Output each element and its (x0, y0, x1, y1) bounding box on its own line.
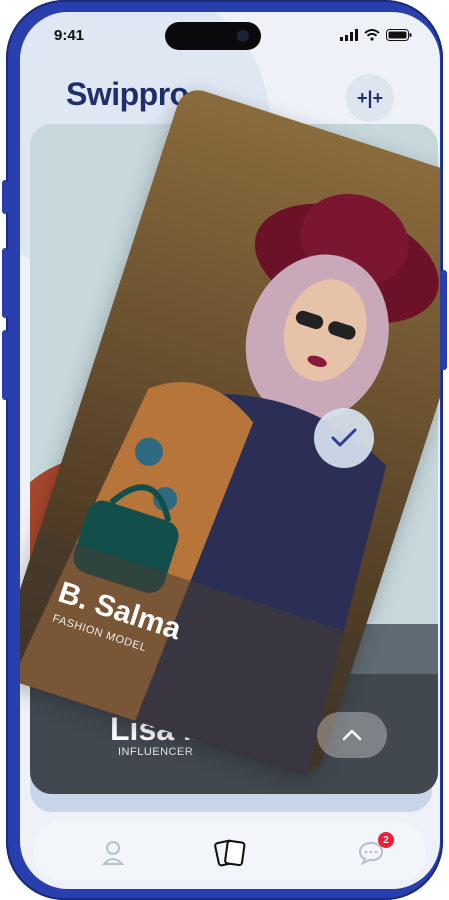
battery-icon (386, 29, 412, 41)
status-time: 9:41 (54, 27, 85, 44)
side-button (2, 180, 8, 214)
app-logo: Swippro (66, 76, 189, 112)
filter-button[interactable]: +|+ (346, 74, 394, 122)
check-icon (331, 428, 357, 447)
power-button (441, 270, 447, 370)
like-button[interactable] (314, 408, 374, 468)
app-screen: 9:41 Swippro +|+ INFLUENCER B. Salma FAS… (20, 12, 440, 889)
signal-icon (340, 29, 358, 41)
wifi-icon (364, 29, 380, 41)
chevron-up-icon (342, 729, 362, 741)
profile-role: INFLUENCER (118, 746, 194, 758)
volume-up-button (2, 248, 8, 318)
cards-icon (214, 839, 246, 867)
status-bar: 9:41 (20, 12, 440, 58)
nav-profile[interactable] (96, 836, 130, 870)
dynamic-island (165, 22, 261, 50)
chat-notification-badge: 2 (378, 832, 394, 848)
camera-icon (237, 30, 249, 42)
status-icons (340, 29, 412, 41)
profile-icon (102, 841, 124, 865)
bottom-navigation: 2 (34, 822, 426, 880)
nav-cards[interactable] (214, 836, 248, 870)
volume-down-button (2, 330, 8, 400)
filter-icon: +|+ (356, 87, 384, 108)
phone-frame: 9:41 Swippro +|+ INFLUENCER B. Salma FAS… (2, 0, 447, 900)
nav-chat[interactable]: 2 (354, 832, 394, 870)
expand-details-button[interactable] (317, 712, 387, 758)
